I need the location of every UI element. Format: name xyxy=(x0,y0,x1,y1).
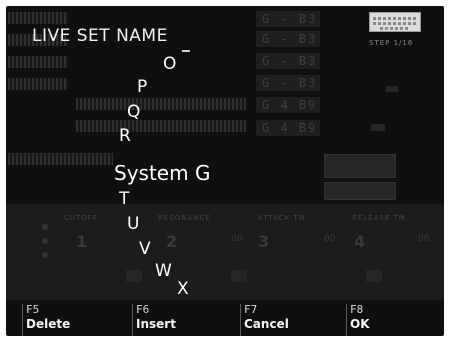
param-value: 00 xyxy=(231,234,243,244)
bg-indicator xyxy=(371,124,385,131)
bg-button xyxy=(324,154,396,178)
keyboard-icon xyxy=(369,12,421,32)
bg-knob xyxy=(42,238,48,244)
bg-knob xyxy=(126,270,142,282)
f7-cancel-button[interactable]: F7 Cancel xyxy=(240,304,346,336)
param-value: 00 xyxy=(324,234,336,244)
f8-ok-button[interactable]: F8 OK xyxy=(346,304,444,336)
param-number: 1 xyxy=(76,232,88,251)
f6-insert-button[interactable]: F6 Insert xyxy=(132,304,240,336)
param-number: 3 xyxy=(258,232,270,251)
bg-track-strip xyxy=(8,153,113,165)
step-indicator: STEP 1/16 xyxy=(369,39,414,47)
fkey-label: Cancel xyxy=(244,317,289,331)
character-option[interactable]: Q xyxy=(127,104,140,121)
param-label: RELEASE TM xyxy=(352,214,406,222)
fkey-number: F6 xyxy=(136,303,150,316)
bg-note-cell: G - B3 xyxy=(256,31,320,47)
screen-title: LIVE SET NAME xyxy=(32,26,168,46)
fkey-number: F7 xyxy=(244,303,258,316)
bg-note-cell: G 4 B9 xyxy=(256,97,320,113)
character-option[interactable]: R xyxy=(119,128,131,145)
display-screen: G - B3 G - B3 G - B3 G - B3 G 4 B9 G 4 B… xyxy=(6,6,444,336)
character-option[interactable]: U xyxy=(127,216,139,233)
bg-note-cell: G - B3 xyxy=(256,53,320,69)
character-option[interactable]: X xyxy=(177,281,189,298)
fkey-label: Insert xyxy=(136,317,176,331)
bg-knob xyxy=(231,270,247,282)
character-option[interactable]: P xyxy=(137,79,147,96)
character-option[interactable]: W xyxy=(155,263,172,280)
bg-track-strip xyxy=(76,98,246,110)
bg-track-strip xyxy=(8,12,68,24)
bg-track-strip xyxy=(8,56,68,68)
bg-param-panel: CUTOFF RESONANCE ATTACK TM RELEASE TM 1 … xyxy=(6,204,444,300)
character-option[interactable]: V xyxy=(139,241,151,258)
param-value: 00 xyxy=(418,234,430,244)
bg-indicator xyxy=(386,86,398,92)
fkey-label: OK xyxy=(350,317,370,331)
function-key-bar: F5 Delete F6 Insert F7 Cancel F8 OK xyxy=(6,304,444,336)
scroll-up-indicator xyxy=(182,50,190,56)
character-option[interactable]: T xyxy=(119,191,129,208)
bg-note-cell: G - B3 xyxy=(256,11,320,27)
param-label: RESONANCE xyxy=(158,214,211,222)
bg-knob xyxy=(42,224,48,230)
bg-track-strip xyxy=(76,120,246,132)
param-label: CUTOFF xyxy=(64,214,98,222)
selected-character[interactable]: System G xyxy=(114,161,210,185)
bg-knob xyxy=(42,252,48,258)
bg-button xyxy=(324,182,396,200)
bg-note-cell: G 4 B9 xyxy=(256,120,320,136)
param-number: 4 xyxy=(354,232,366,251)
fkey-number: F8 xyxy=(350,303,364,316)
param-label: ATTACK TM xyxy=(258,214,306,222)
character-option[interactable]: O xyxy=(163,56,176,73)
bg-track-strip xyxy=(8,78,68,90)
param-number: 2 xyxy=(166,232,178,251)
bg-note-cell: G - B3 xyxy=(256,75,320,91)
fkey-number: F5 xyxy=(26,303,40,316)
f5-delete-button[interactable]: F5 Delete xyxy=(22,304,132,336)
fkey-label: Delete xyxy=(26,317,71,331)
bg-knob xyxy=(366,270,382,282)
